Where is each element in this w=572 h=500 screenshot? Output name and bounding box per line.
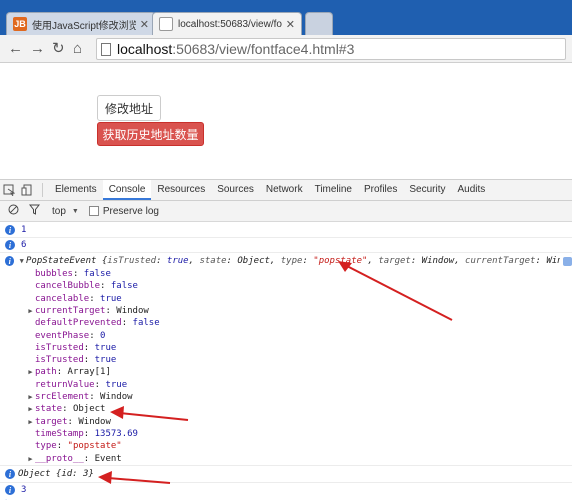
close-icon[interactable]: ✕ [286,18,295,31]
annotation-arrow [98,471,171,484]
browser-tab-2[interactable]: localhost:50683/view/fo ✕ [152,12,302,35]
annotation-arrows [98,261,453,484]
tab-title: localhost:50683/view/fo [178,18,282,30]
annotation-arrow [110,406,189,421]
annotation-arrow [338,261,453,321]
page-favicon-icon [159,17,173,31]
